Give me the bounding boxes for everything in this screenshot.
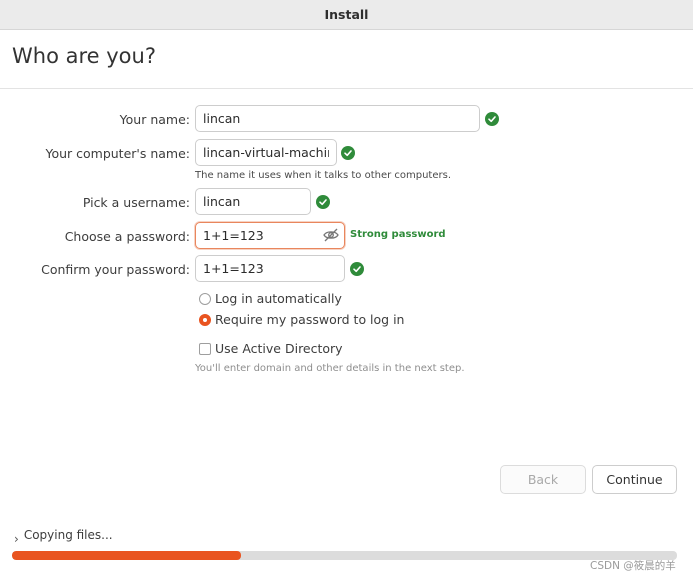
computer-name-label: Your computer's name: [45, 146, 190, 161]
install-progress-fill [12, 551, 242, 560]
confirm-password-field[interactable] [195, 255, 345, 282]
password-label: Choose a password: [64, 229, 190, 244]
your-name-label: Your name: [119, 112, 190, 127]
username-label: Pick a username: [82, 195, 190, 210]
copying-files-expander[interactable]: › Copying files... [14, 528, 113, 546]
continue-button[interactable]: Continue [592, 465, 677, 494]
your-name-field[interactable] [195, 105, 480, 132]
eye-slash-icon[interactable] [322, 227, 340, 243]
check-circle-icon [341, 146, 355, 160]
login-auto-option[interactable]: Log in automatically [199, 291, 342, 306]
copying-files-label: Copying files... [23, 528, 113, 542]
login-require-radio[interactable] [199, 313, 211, 326]
page-title: Who are you? [12, 44, 156, 68]
login-auto-radio[interactable] [199, 292, 211, 305]
watermark: CSDN @筱晨的羊 [590, 560, 676, 572]
window-title: Install [324, 7, 369, 22]
back-button[interactable]: Back [500, 465, 586, 494]
password-strength: Strong password [350, 229, 446, 240]
check-circle-icon [316, 195, 330, 209]
login-require-label: Require my password to log in [215, 312, 405, 327]
username-field[interactable] [195, 188, 311, 215]
check-circle-icon [485, 112, 499, 126]
computer-name-field[interactable] [195, 139, 337, 166]
check-circle-icon [350, 262, 364, 276]
chevron-right-icon: › [14, 532, 19, 546]
divider [0, 88, 693, 89]
computer-name-hint: The name it uses when it talks to other … [195, 170, 452, 181]
install-progress-bar [12, 551, 677, 560]
login-require-option[interactable]: Require my password to log in [199, 312, 404, 327]
active-directory-label: Use Active Directory [215, 341, 343, 356]
confirm-password-label: Confirm your password: [41, 262, 190, 277]
active-directory-checkbox[interactable] [199, 342, 211, 355]
login-auto-label: Log in automatically [215, 291, 342, 306]
active-directory-hint: You'll enter domain and other details in… [195, 363, 465, 374]
active-directory-option[interactable]: Use Active Directory [199, 341, 343, 356]
title-bar: Install [0, 0, 693, 30]
